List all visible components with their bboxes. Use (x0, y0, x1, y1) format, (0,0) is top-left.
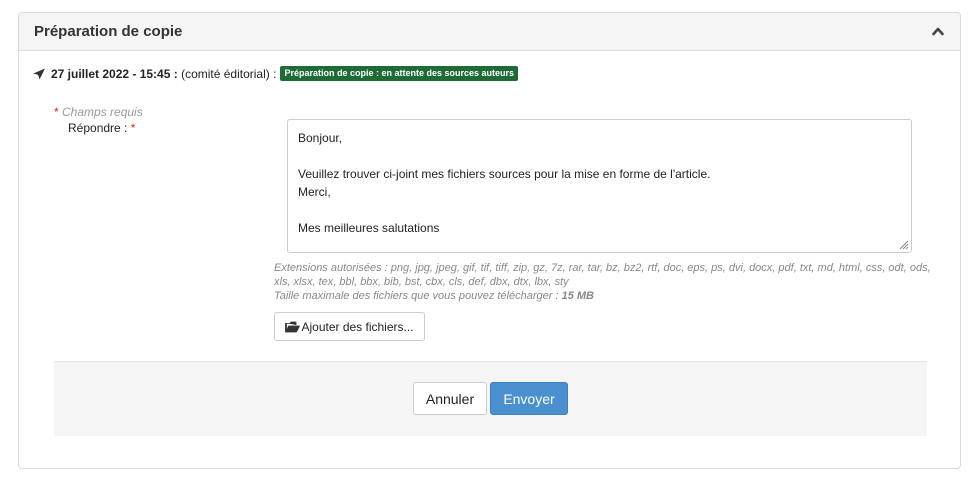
reply-line: Veuillez trouver ci-joint mes fichiers s… (298, 167, 711, 181)
required-star: * (54, 105, 59, 119)
reply-textarea[interactable]: Bonjour, Veuillez trouver ci-joint mes f… (287, 119, 912, 253)
max-size: Taille maximale des fichiers que vous po… (274, 289, 934, 303)
reply-line (298, 201, 901, 219)
reply-line: Merci, (298, 185, 331, 199)
chevron-up-icon[interactable] (932, 26, 944, 36)
reply-label-text: Répondre : (68, 121, 128, 135)
max-size-value: 15 MB (561, 290, 594, 302)
form-actions-bar: Annuler Envoyer (54, 361, 927, 436)
required-note-text: Champs requis (62, 105, 143, 119)
send-button[interactable]: Envoyer (490, 382, 568, 415)
reply-label: Répondre : * (68, 121, 135, 135)
max-size-label: Taille maximale des fichiers que vous po… (274, 290, 559, 302)
reply-line (298, 147, 901, 165)
send-icon (33, 67, 46, 80)
copyediting-panel: Préparation de copie 27 juillet 2022 - 1… (18, 12, 961, 469)
entry-datetime: 27 juillet 2022 - 15:45 : (51, 66, 178, 81)
reply-line: Mes meilleures salutations (298, 221, 440, 235)
reply-line: Bonjour, (298, 131, 343, 145)
panel-title: Préparation de copie (34, 23, 183, 40)
required-fields-note: * Champs requis (54, 105, 143, 119)
allowed-extensions: Extensions autorisées : png, jpg, jpeg, … (274, 262, 931, 288)
reply-required-star: * (130, 121, 136, 135)
entry-meta: 27 juillet 2022 - 15:45 : (comité éditor… (33, 66, 519, 81)
add-files-button[interactable]: Ajouter des fichiers... (274, 312, 425, 341)
entry-author: (comité éditorial) : (181, 66, 277, 81)
panel-header[interactable]: Préparation de copie (19, 13, 960, 51)
add-files-label: Ajouter des fichiers... (301, 319, 414, 334)
folder-open-icon (285, 321, 301, 332)
cancel-button[interactable]: Annuler (413, 382, 487, 415)
upload-help: Extensions autorisées : png, jpg, jpeg, … (274, 261, 934, 303)
resize-grip-icon[interactable] (899, 240, 909, 250)
status-badge: Préparation de copie : en attente des so… (280, 66, 519, 81)
